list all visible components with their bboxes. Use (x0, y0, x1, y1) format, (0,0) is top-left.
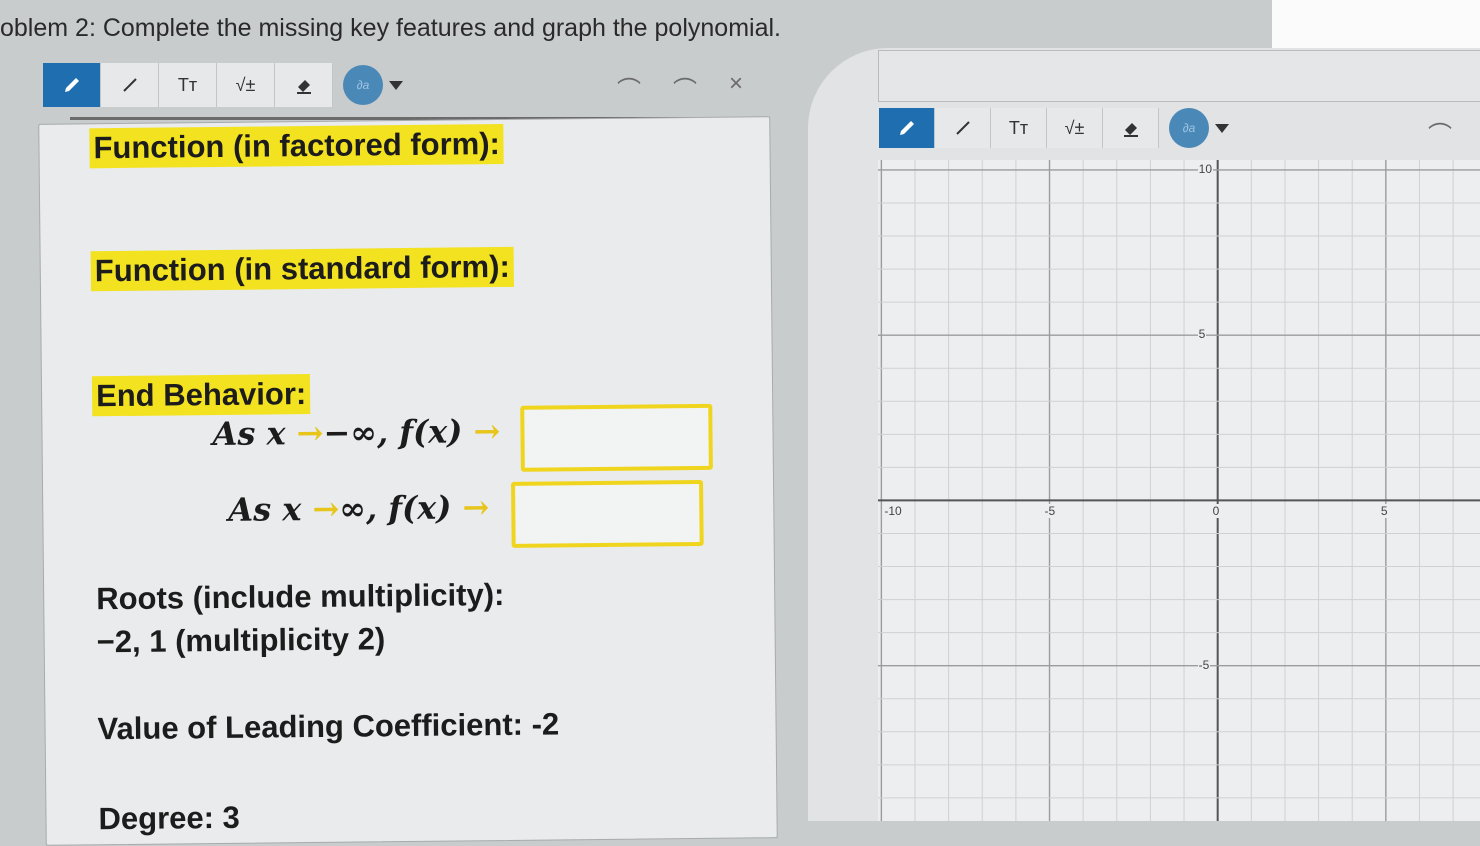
color-swatch-label: ∂a (1182, 121, 1196, 135)
degree-label: Degree: 3 (98, 799, 240, 837)
graph-undo-icon[interactable]: ⌒ (1428, 115, 1452, 150)
graph-line-tool-button[interactable] (935, 108, 991, 148)
end-behavior-label: End Behavior: (91, 374, 311, 417)
redo-icon[interactable]: ⌒ (673, 70, 697, 105)
color-dropdown-icon[interactable] (389, 80, 403, 90)
x-tick-label: -5 (1043, 504, 1057, 519)
graph-eraser-tool-button[interactable] (1103, 108, 1159, 148)
worksheet-card: Function (in factored form): Function (i… (38, 116, 778, 846)
text-tool-button[interactable]: Tт (159, 63, 217, 107)
factored-form-label: Function (in factored form): (89, 123, 505, 169)
pen-icon (64, 78, 79, 92)
eraser-icon (1123, 123, 1138, 137)
end-behavior-positive: As x →∞, f(x) → (228, 488, 489, 529)
eb-pos-prefix: As x (228, 490, 302, 529)
left-history-controls: ⌒ ⌒ × (617, 70, 743, 105)
end-behavior-positive-answer-box[interactable] (511, 479, 704, 548)
math-icon: √± (1064, 117, 1085, 138)
graph-annotation-toolbar: Tт √± ∂a (879, 108, 1229, 148)
x-tick-label: -10 (883, 504, 903, 519)
graph-color-dropdown-icon[interactable] (1215, 123, 1229, 133)
eb-neg-arrow: → (296, 413, 324, 453)
eb-neg-arrow2: → (473, 412, 501, 451)
undo-icon[interactable]: ⌒ (617, 70, 641, 105)
graph-color-picker-button[interactable]: ∂a (1169, 108, 1209, 148)
roots-label: Roots (include multiplicity): (96, 576, 505, 617)
x-tick-label: 0 (1211, 504, 1221, 519)
color-picker-button[interactable]: ∂a (343, 65, 383, 105)
roots-value: −2, 1 (multiplicity 2) (96, 621, 386, 660)
line-icon (955, 121, 970, 135)
graph-text-tool-button[interactable]: Tт (991, 108, 1047, 148)
graph-math-tool-button[interactable]: √± (1047, 108, 1103, 148)
close-icon[interactable]: × (729, 70, 743, 105)
pen-icon (899, 121, 914, 135)
math-icon: √± (235, 74, 256, 95)
left-annotation-toolbar: Tт √± ∂a (43, 63, 403, 107)
line-icon (122, 78, 137, 92)
eraser-icon (296, 80, 311, 94)
graph-pen-tool-button[interactable] (879, 108, 935, 148)
y-tick-label: -5 (1197, 657, 1211, 672)
graph-header-strip (878, 50, 1480, 102)
eraser-tool-button[interactable] (275, 63, 333, 107)
standard-form-label: Function (in standard form): (90, 246, 515, 292)
eb-pos-value: ∞, f(x) (339, 488, 452, 528)
color-swatch-label: ∂a (356, 78, 370, 92)
text-icon: Tт (1008, 117, 1029, 138)
end-behavior-negative-answer-box[interactable] (520, 403, 713, 472)
problem-title: oblem 2: Complete the missing key featur… (0, 14, 781, 42)
x-tick-label: 5 (1379, 504, 1389, 519)
eb-pos-arrow: → (312, 489, 340, 529)
eb-pos-arrow2: → (462, 488, 490, 527)
math-tool-button[interactable]: √± (217, 63, 275, 107)
y-tick-label: 5 (1197, 327, 1207, 342)
end-behavior-negative: As x →−∞, f(x) → (212, 412, 500, 453)
screen-edge-region (1272, 0, 1480, 48)
y-tick-label: 10 (1197, 161, 1214, 176)
line-tool-button[interactable] (101, 63, 159, 107)
text-icon: Tт (177, 74, 198, 95)
grid-lines (878, 160, 1480, 821)
coordinate-grid[interactable]: -10 -5 0 5 10 5 -5 (878, 160, 1480, 821)
eb-neg-prefix: As x (212, 414, 286, 454)
eb-neg-value: −∞, f(x) (323, 412, 463, 452)
pen-tool-button[interactable] (43, 63, 101, 107)
leading-coefficient: Value of Leading Coefficient: -2 (97, 706, 560, 747)
